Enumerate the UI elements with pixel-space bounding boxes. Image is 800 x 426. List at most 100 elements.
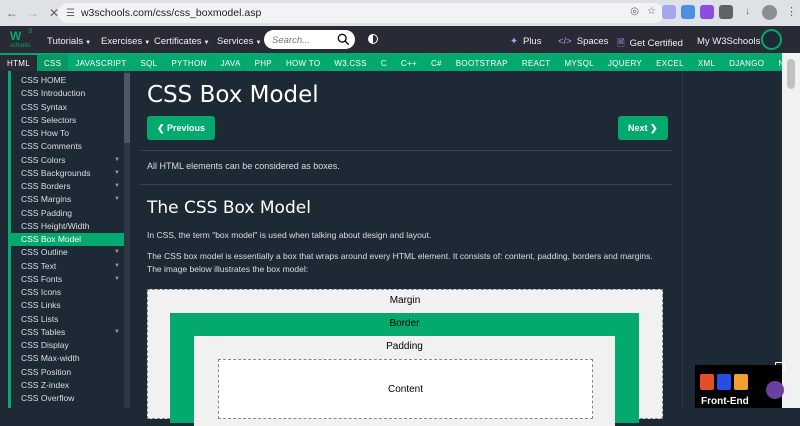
chevron-down-icon[interactable]: ▼ bbox=[114, 193, 120, 206]
extension-icon[interactable] bbox=[719, 5, 733, 19]
lang-tab-c[interactable]: C bbox=[374, 55, 394, 71]
lang-tab-mysql[interactable]: MYSQL bbox=[557, 55, 601, 71]
page-scrollbar[interactable] bbox=[782, 53, 800, 408]
sidebar-item-css-height-width[interactable]: CSS Height/Width bbox=[11, 220, 124, 233]
sidebar-item-css-home[interactable]: CSS HOME bbox=[11, 74, 124, 87]
sidebar-item-css-box-model[interactable]: CSS Box Model bbox=[11, 233, 124, 246]
url-text: w3schools.com/css/css_boxmodel.asp bbox=[80, 7, 262, 19]
lang-tab-python[interactable]: PYTHON bbox=[164, 55, 213, 71]
extension-icon[interactable] bbox=[681, 5, 695, 19]
sidebar-item-css-icons[interactable]: CSS Icons bbox=[11, 286, 124, 299]
lang-tab-javascript[interactable]: JAVASCRIPT bbox=[68, 55, 133, 71]
lang-tab-c-[interactable]: C++ bbox=[394, 55, 424, 71]
sidebar-item-css-borders[interactable]: CSS Borders ▼ bbox=[11, 180, 124, 193]
lang-tab-c-[interactable]: C# bbox=[424, 55, 449, 71]
chevron-down-icon[interactable]: ▼ bbox=[114, 167, 120, 180]
spaces-link[interactable]: </> Spaces bbox=[558, 36, 608, 47]
lang-tab-django[interactable]: DJANGO bbox=[722, 55, 771, 71]
sidebar-item-css-text[interactable]: CSS Text ▼ bbox=[11, 260, 124, 273]
sidebar-item-css-colors[interactable]: CSS Colors ▼ bbox=[11, 154, 124, 167]
w3schools-logo[interactable]: W 3 schools bbox=[8, 28, 36, 51]
lang-tab-php[interactable]: PHP bbox=[248, 55, 279, 71]
lang-tab-css[interactable]: CSS bbox=[36, 55, 69, 71]
right-panel bbox=[682, 71, 782, 408]
plus-link[interactable]: ✦ Plus bbox=[510, 36, 541, 47]
sidebar-item-css-links[interactable]: CSS Links bbox=[11, 299, 124, 312]
tutorials-menu[interactable]: Tutorials ▼ bbox=[47, 36, 91, 47]
lang-tab-react[interactable]: REACT bbox=[515, 55, 558, 71]
lang-tab-jquery[interactable]: JQUERY bbox=[601, 55, 649, 71]
lang-tab-bootstrap[interactable]: BOOTSTRAP bbox=[449, 55, 515, 71]
certified-link[interactable]: 🗎 Get Certified bbox=[617, 36, 683, 52]
sidebar-item-css-margins[interactable]: CSS Margins ▼ bbox=[11, 193, 124, 206]
chevron-down-icon[interactable]: ▼ bbox=[114, 260, 120, 273]
search-icon[interactable] bbox=[337, 33, 350, 46]
sidebar-item-css-syntax[interactable]: CSS Syntax bbox=[11, 101, 124, 114]
sidebar-item-css-z-index[interactable]: CSS Z-index bbox=[11, 379, 124, 392]
search-box[interactable] bbox=[264, 30, 355, 50]
intro-text: All HTML elements can be considered as b… bbox=[147, 161, 340, 171]
sidebar-item-css-overflow[interactable]: CSS Overflow bbox=[11, 392, 124, 405]
menu-icon[interactable]: ⋮ bbox=[786, 5, 797, 18]
lang-tab-sql[interactable]: SQL bbox=[134, 55, 165, 71]
box-model-content: Content bbox=[218, 359, 593, 419]
dark-mode-icon[interactable] bbox=[368, 34, 378, 44]
sidebar-item-label: CSS HOME bbox=[21, 75, 67, 85]
download-icon[interactable]: ↓ bbox=[745, 6, 750, 17]
sidebar-item-css-fonts[interactable]: CSS Fonts ▼ bbox=[11, 273, 124, 286]
exercises-menu[interactable]: Exercises ▼ bbox=[101, 36, 150, 47]
lang-tab-java[interactable]: JAVA bbox=[214, 55, 248, 71]
lang-tab-numpy[interactable]: NUMPY bbox=[771, 55, 782, 71]
sidebar-item-label: CSS Links bbox=[21, 300, 61, 311]
sidebar-item-label: CSS Lists bbox=[21, 313, 59, 324]
sidebar-item-css-how-to[interactable]: CSS How To bbox=[11, 127, 124, 140]
sidebar-item-css-outline[interactable]: CSS Outline ▼ bbox=[11, 246, 124, 259]
services-menu[interactable]: Services ▼ bbox=[217, 36, 261, 47]
forward-icon[interactable]: → bbox=[24, 4, 42, 22]
sidebar-item-css-tables[interactable]: CSS Tables ▼ bbox=[11, 326, 124, 339]
chevron-down-icon[interactable]: ▼ bbox=[114, 246, 120, 259]
html5-icon bbox=[700, 374, 714, 390]
lang-tab-excel[interactable]: EXCEL bbox=[649, 55, 691, 71]
sidebar-item-css-backgrounds[interactable]: CSS Backgrounds ▼ bbox=[11, 167, 124, 180]
chevron-down-icon[interactable]: ▼ bbox=[114, 273, 120, 286]
next-button[interactable]: Next ❯ bbox=[618, 116, 668, 140]
sidebar-item-label: CSS Selectors bbox=[21, 114, 77, 125]
sidebar-item-css-selectors[interactable]: CSS Selectors bbox=[11, 114, 124, 127]
address-bar[interactable]: ☰ w3schools.com/css/css_boxmodel.asp ◎ ☆ bbox=[58, 3, 664, 23]
paragraph: The CSS box model is essentially a box t… bbox=[147, 251, 653, 274]
sidebar-item-css-padding[interactable]: CSS Padding bbox=[11, 207, 124, 220]
lang-tab-w3-css[interactable]: W3.CSS bbox=[327, 55, 373, 71]
sidebar-item-label: CSS Text bbox=[21, 260, 57, 271]
sidebar-item-label: CSS Display bbox=[21, 340, 69, 350]
sidebar-item-css-display[interactable]: CSS Display bbox=[11, 339, 124, 352]
sidebar-item-css-max-width[interactable]: CSS Max-width bbox=[11, 352, 124, 365]
sidebar-item-css-position[interactable]: CSS Position bbox=[11, 366, 124, 379]
certificates-menu[interactable]: Certificates ▼ bbox=[154, 36, 209, 47]
extension-icon[interactable] bbox=[700, 5, 714, 19]
brain-icon[interactable] bbox=[766, 381, 784, 399]
previous-button[interactable]: ❮ Previous bbox=[147, 116, 216, 140]
sidebar-item-css-comments[interactable]: CSS Comments bbox=[11, 140, 124, 153]
chevron-down-icon[interactable]: ▼ bbox=[114, 154, 120, 167]
lang-tab-xml[interactable]: XML bbox=[691, 55, 722, 71]
profile-icon[interactable] bbox=[762, 5, 777, 20]
chevron-down-icon[interactable]: ▼ bbox=[114, 180, 120, 193]
sidebar-item-label: CSS Introduction bbox=[21, 88, 86, 99]
user-avatar[interactable] bbox=[761, 29, 782, 50]
sidebar-item-css-lists[interactable]: CSS Lists bbox=[11, 313, 124, 326]
sidebar-item-label: CSS Overflow bbox=[21, 393, 75, 403]
site-info-icon[interactable]: ☰ bbox=[66, 8, 75, 19]
back-icon[interactable]: ← bbox=[3, 4, 21, 22]
certificate-icon: 🗎 bbox=[617, 38, 625, 49]
eye-off-icon[interactable]: ◎ bbox=[630, 6, 639, 17]
sidebar-item-css-introduction[interactable]: CSS Introduction bbox=[11, 87, 124, 100]
extension-icon[interactable] bbox=[662, 5, 676, 19]
lang-tab-how-to[interactable]: HOW TO bbox=[279, 55, 327, 71]
my-w3schools-link[interactable]: My W3Schools bbox=[697, 36, 760, 47]
sidebar-item-label: CSS Position bbox=[21, 366, 72, 377]
lang-tab-html[interactable]: HTML bbox=[0, 55, 37, 71]
chevron-down-icon[interactable]: ▼ bbox=[114, 326, 120, 339]
search-input[interactable] bbox=[272, 31, 342, 50]
star-icon[interactable]: ☆ bbox=[647, 6, 656, 17]
